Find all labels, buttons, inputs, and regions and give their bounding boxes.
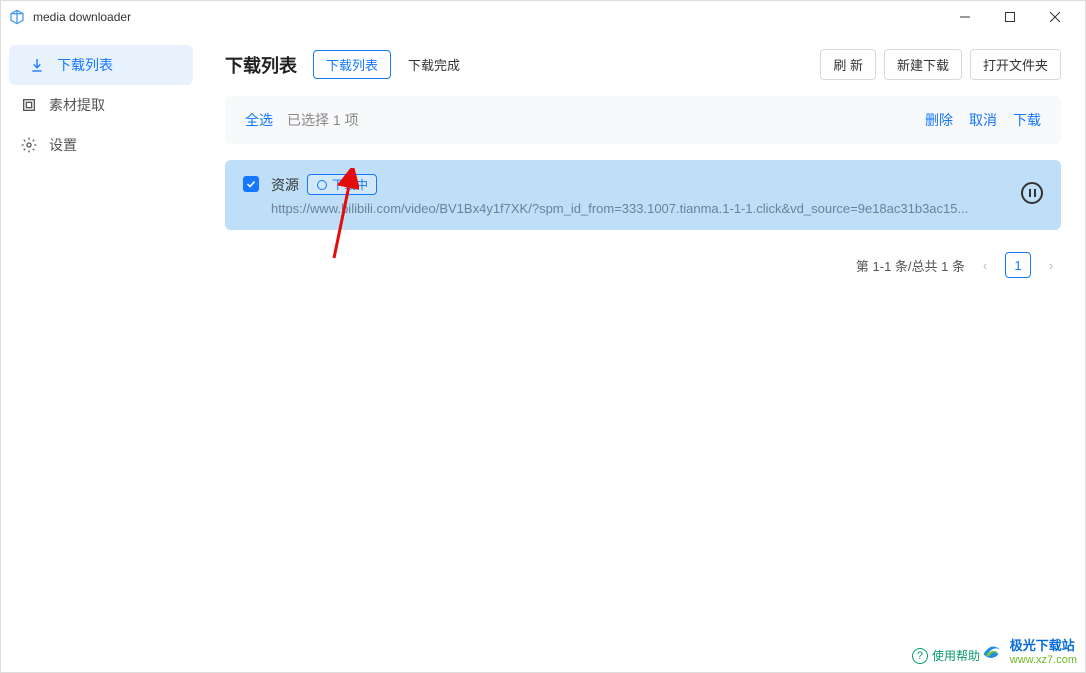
select-all-link[interactable]: 全选 [245,110,273,130]
next-page[interactable]: › [1041,258,1061,273]
delete-link[interactable]: 删除 [925,110,953,130]
close-button[interactable] [1032,1,1077,33]
refresh-button[interactable]: 刷 新 [820,49,876,80]
window-controls [942,1,1077,33]
sidebar-item-label: 下载列表 [57,55,113,75]
help-text: 使用帮助 [932,647,980,664]
selection-info: 已选择 1 项 [287,110,925,130]
download-item[interactable]: 资源 下载中 https://www.bilibili.com/video/BV… [225,160,1061,230]
item-name: 资源 [271,175,299,195]
app-icon [9,9,25,25]
page-title: 下载列表 [225,52,297,78]
download-icon [29,57,45,73]
content-header: 下载列表 下载列表 下载完成 刷 新 新建下载 打开文件夹 [225,49,1061,80]
watermark-url: www.xz7.com [1010,654,1077,666]
maximize-button[interactable] [987,1,1032,33]
watermark: 极光下载站 www.xz7.com [978,635,1077,666]
pagination-range: 第 1-1 条/总共 1 条 [856,256,965,275]
tab-download-list[interactable]: 下载列表 [313,50,391,79]
download-link[interactable]: 下载 [1013,110,1041,130]
help-badge[interactable]: ? 使用帮助 [912,647,980,664]
page-number[interactable]: 1 [1005,252,1031,278]
sidebar-item-settings[interactable]: 设置 [1,125,201,165]
titlebar: media downloader [1,1,1085,33]
open-folder-button[interactable]: 打开文件夹 [970,49,1061,80]
status-badge: 下载中 [307,174,377,195]
watermark-brand: 极光下载站 [1010,635,1077,654]
content: 下载列表 下载列表 下载完成 刷 新 新建下载 打开文件夹 全选 已选择 1 项… [201,33,1085,672]
item-checkbox[interactable] [243,176,259,192]
tabs: 下载列表 下载完成 [313,50,473,79]
sidebar-item-extract[interactable]: 素材提取 [1,85,201,125]
tab-download-done[interactable]: 下载完成 [395,50,473,79]
watermark-logo [978,638,1004,664]
status-text: 下载中 [332,176,368,193]
pagination: 第 1-1 条/总共 1 条 ‹ 1 › [225,252,1061,278]
item-url: https://www.bilibili.com/video/BV1Bx4y1f… [271,201,1009,216]
new-download-button[interactable]: 新建下载 [884,49,962,80]
pause-icon [1029,189,1036,197]
sidebar-item-label: 素材提取 [49,95,105,115]
item-body: 资源 下载中 https://www.bilibili.com/video/BV… [271,174,1009,216]
spinner-icon [316,179,328,191]
sidebar-item-downloads[interactable]: 下载列表 [9,45,193,85]
prev-page[interactable]: ‹ [975,258,995,273]
extract-icon [21,97,37,113]
cancel-link[interactable]: 取消 [969,110,997,130]
minimize-button[interactable] [942,1,987,33]
pause-button[interactable] [1021,182,1043,204]
sidebar-item-label: 设置 [49,135,77,155]
selection-bar: 全选 已选择 1 项 删除 取消 下载 [225,96,1061,144]
app-title: media downloader [33,10,942,24]
header-actions: 刷 新 新建下载 打开文件夹 [820,49,1061,80]
gear-icon [21,137,37,153]
question-icon: ? [912,648,928,664]
sidebar: 下载列表 素材提取 设置 [1,33,201,672]
